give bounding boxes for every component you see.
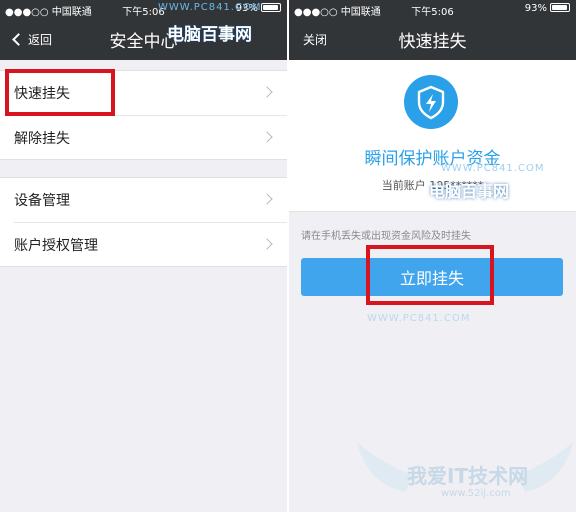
menu-item-cancel-report-loss[interactable]: 解除挂失	[14, 115, 287, 159]
chevron-right-icon	[261, 86, 273, 98]
menu-group-secondary: 设备管理 账户授权管理	[0, 177, 287, 267]
menu-item-label: 账户授权管理	[14, 237, 98, 254]
watermark-site-url: WWW.PC841.COM	[158, 2, 262, 13]
watermark-site-name: 电脑百事网	[167, 25, 252, 45]
battery-indicator: 93%	[525, 3, 570, 14]
button-label: 立即挂失	[399, 269, 464, 288]
status-bar: ●●●○○ 中国联通 下午5:06 93%	[289, 0, 576, 18]
battery-icon	[261, 3, 281, 12]
watermark-site-name: 电脑百事网	[429, 182, 510, 201]
chevron-right-icon	[261, 238, 273, 250]
battery-fill	[552, 5, 567, 10]
chevron-right-icon	[261, 193, 273, 205]
menu-item-label: 快速挂失	[14, 86, 70, 102]
chevron-right-icon	[261, 131, 273, 143]
menu-item-label: 解除挂失	[14, 130, 70, 147]
battery-percent: 93%	[524, 3, 547, 14]
page-title: 快速挂失	[398, 32, 467, 52]
report-loss-now-button[interactable]: 立即挂失	[301, 258, 563, 296]
lightning-shield-icon	[404, 75, 458, 129]
battery-icon	[550, 3, 570, 12]
quick-report-loss-screen: ●●●○○ 中国联通 下午5:06 93% 关闭 快速挂失 瞬间保护账户资金 当…	[289, 0, 576, 512]
menu-item-device-management[interactable]: 设备管理	[0, 178, 287, 222]
menu-item-label: 设备管理	[14, 193, 70, 209]
watermark-site-url: WWW.PC841.COM	[441, 163, 545, 174]
security-center-screen: ●●●○○ 中国联通 下午5:06 93% 返回 安全中心 快速挂失 解除挂失 …	[0, 0, 287, 512]
menu-group-primary: 快速挂失 解除挂失	[0, 70, 287, 160]
battery-fill	[263, 5, 278, 10]
watermark-site-url: WWW.PC841.COM	[367, 313, 471, 324]
corner-logo-text: 我爱IT技术网	[407, 464, 529, 488]
hint-text: 请在手机丢失或出现资金风险及时挂失	[301, 231, 471, 242]
menu-item-quick-report-loss[interactable]: 快速挂失	[0, 71, 287, 115]
menu-item-account-authorization[interactable]: 账户授权管理	[14, 222, 287, 266]
corner-logo-watermark: 我爱IT技术网 www.52ij.com	[355, 430, 575, 510]
nav-bar: ●●●○○ 中国联通 下午5:06 93% 关闭 快速挂失	[289, 0, 576, 60]
corner-logo-url: www.52ij.com	[441, 488, 511, 499]
